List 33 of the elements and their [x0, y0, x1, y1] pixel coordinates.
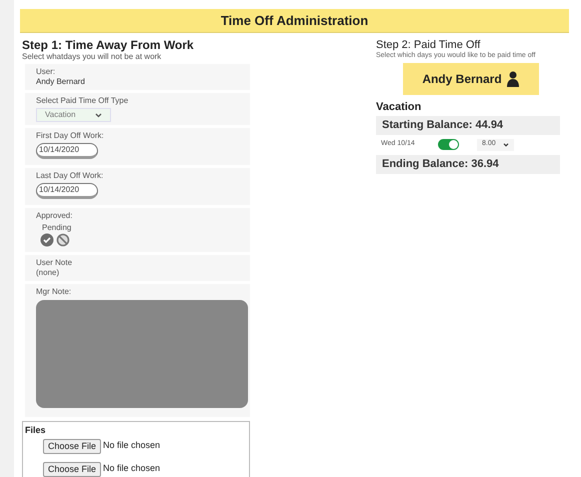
person-icon — [506, 70, 520, 88]
manager-note-field[interactable] — [36, 300, 248, 408]
section-title: Step 1: Time Away From Work — [22, 39, 195, 52]
file-button[interactable]: Choose File — [43, 462, 102, 476]
file-button[interactable]: Choose File — [43, 438, 102, 454]
field-label: User: — [36, 67, 56, 77]
field-label: Approved: — [36, 211, 74, 221]
field-label: First Day Off Work: — [36, 131, 105, 141]
ending-balance: Ending Balance: 36.94 — [376, 154, 560, 174]
reject-icon[interactable] — [56, 233, 70, 247]
file-status: No file chosen — [103, 439, 160, 452]
date-field[interactable]: 10/14/2020 — [36, 143, 98, 159]
type-dropdown[interactable]: Vacation — [36, 108, 111, 122]
pay-toggle[interactable] — [438, 139, 459, 150]
date-field[interactable]: 10/14/2020 — [36, 183, 98, 199]
field-label: Last Day Off Work: — [36, 171, 104, 181]
user-name: Andy Bernard — [36, 77, 86, 87]
user-note: (none) — [36, 268, 60, 278]
starting-balance: Starting Balance: 44.94 — [376, 116, 560, 134]
employee-name: Andy Bernard — [422, 71, 502, 88]
field-label: Mgr Note: — [36, 287, 72, 297]
section-title: Files — [25, 424, 47, 437]
category-title: Vacation — [376, 100, 422, 115]
field-label: User Note — [36, 258, 74, 268]
caret-icon — [503, 142, 509, 146]
page-title: Time Off Administration — [220, 12, 368, 30]
approve-icon[interactable] — [40, 233, 54, 247]
section-title: Step 2: Paid Time Off — [376, 39, 482, 51]
caret-icon — [95, 112, 102, 118]
approval-status: Pending — [42, 223, 72, 233]
section-subtitle: Select whatdays you will not be at work — [22, 52, 162, 61]
file-status: No file chosen — [103, 462, 160, 476]
field-label: Select Paid Time Off Type — [36, 96, 130, 106]
